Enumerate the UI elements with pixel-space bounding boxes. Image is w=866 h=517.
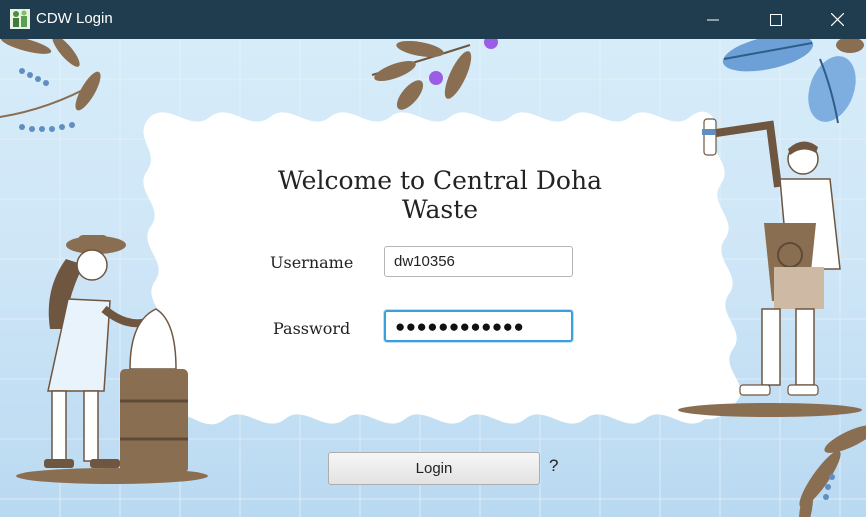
- login-button[interactable]: Login: [328, 452, 540, 485]
- close-button[interactable]: [814, 0, 860, 39]
- username-field[interactable]: [384, 246, 573, 277]
- minimize-icon: [707, 19, 719, 20]
- password-mask: ●●●●●●●●●●●●: [395, 317, 525, 336]
- password-label: Password: [273, 319, 351, 338]
- app-icon: [10, 9, 30, 29]
- title-bar[interactable]: CDW Login: [0, 0, 866, 39]
- welcome-heading: Welcome to Central Doha Waste: [278, 166, 602, 224]
- password-field[interactable]: ●●●●●●●●●●●●: [384, 310, 573, 342]
- help-icon[interactable]: ?: [549, 456, 558, 476]
- leaf-sprig-bottom-right: [798, 425, 866, 517]
- background-illustration: [0, 39, 866, 517]
- login-window: CDW Login Welcome to Central Doha Waste …: [0, 0, 866, 517]
- login-panel: Welcome to Central Doha Waste Username P…: [0, 39, 866, 517]
- minimize-button[interactable]: [690, 0, 736, 39]
- window-title: CDW Login: [36, 10, 113, 27]
- close-icon: [830, 13, 844, 26]
- username-label: Username: [270, 253, 354, 272]
- maximize-icon: [770, 13, 782, 26]
- leaf-sprig-left: [0, 39, 101, 132]
- maximize-button[interactable]: [753, 0, 799, 39]
- leaf-sprig-right: [722, 39, 864, 124]
- leaf-sprig-top: [371, 39, 498, 110]
